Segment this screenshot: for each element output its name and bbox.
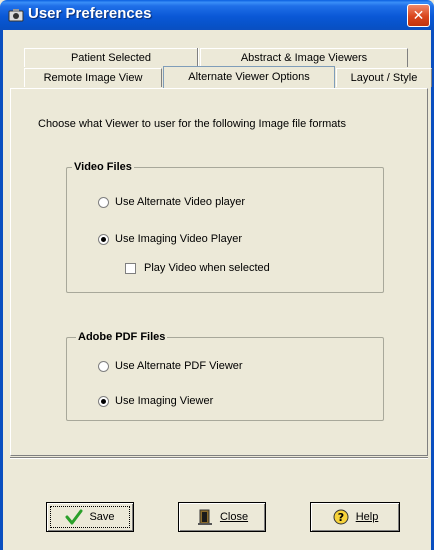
checkbox[interactable] (125, 262, 136, 274)
radio-imaging-video-player[interactable]: Use Imaging Video Player (98, 233, 242, 245)
tab-label: Patient Selected (70, 52, 152, 64)
pdf-files-title: Adobe PDF Files (76, 331, 168, 343)
radio-alternate-video-player[interactable]: Use Alternate Video player (98, 196, 245, 208)
radio-button[interactable] (98, 395, 109, 407)
radio-imaging-viewer[interactable]: Use Imaging Viewer (98, 395, 213, 407)
app-camera-icon (8, 9, 24, 22)
window-frame-left (0, 30, 3, 550)
tab-remote-image-view[interactable]: Remote Image View (24, 68, 162, 87)
footer-divider (10, 457, 428, 459)
tab-separator-highlight (198, 48, 199, 66)
checkmark-icon (65, 509, 83, 525)
radio-label: Use Imaging Video Player (115, 233, 242, 245)
video-files-group (66, 167, 384, 293)
radio-label: Use Alternate Video player (115, 196, 246, 208)
save-button[interactable]: Save (46, 502, 134, 532)
tab-alternate-viewer-options[interactable]: Alternate Viewer Options (163, 66, 335, 88)
tab-label: Abstract & Image Viewers (240, 52, 368, 64)
close-label: Close (219, 511, 249, 523)
help-button[interactable]: ? Help (310, 502, 400, 532)
tab-label: Remote Image View (43, 72, 143, 84)
pdf-files-group (66, 337, 384, 421)
tab-abstract-image-viewers[interactable]: Abstract & Image Viewers (200, 48, 408, 67)
radio-alternate-pdf-viewer[interactable]: Use Alternate PDF Viewer (98, 360, 243, 372)
radio-label: Use Alternate PDF Viewer (115, 360, 243, 372)
radio-button[interactable] (98, 233, 109, 245)
checkbox-play-video-when-selected[interactable]: Play Video when selected (125, 262, 270, 274)
video-files-title: Video Files (72, 161, 134, 173)
window-title: User Preferences (28, 5, 152, 22)
tab-label: Alternate Viewer Options (188, 71, 310, 83)
save-label: Save (89, 511, 115, 523)
tab-patient-selected[interactable]: Patient Selected (24, 48, 198, 67)
checkbox-label: Play Video when selected (144, 262, 270, 274)
door-exit-icon (197, 509, 212, 525)
close-button[interactable]: Close (178, 502, 266, 532)
help-label: Help (355, 511, 379, 523)
svg-text:?: ? (337, 511, 343, 524)
radio-button[interactable] (98, 196, 109, 208)
close-window-button[interactable]: ✕ (407, 4, 430, 27)
tab-label: Layout / Style (350, 72, 418, 84)
title-bar: User Preferences ✕ (0, 0, 434, 30)
instruction-text: Choose what Viewer to user for the follo… (38, 118, 346, 130)
radio-label: Use Imaging Viewer (115, 395, 214, 407)
close-icon: ✕ (412, 7, 425, 24)
tab-layout-style[interactable]: Layout / Style (336, 68, 432, 87)
radio-button[interactable] (98, 360, 109, 372)
help-question-icon: ? (333, 509, 349, 525)
